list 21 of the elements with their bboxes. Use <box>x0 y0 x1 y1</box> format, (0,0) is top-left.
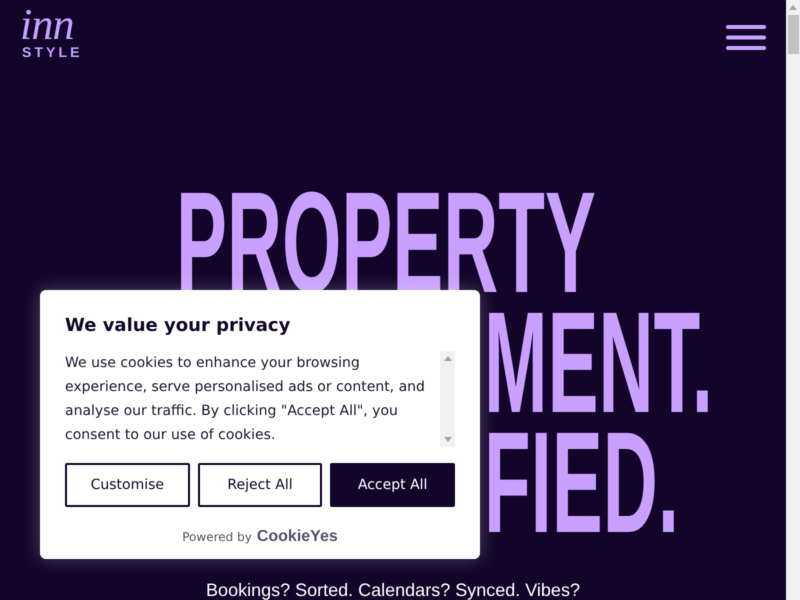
scroll-up-icon[interactable] <box>444 356 452 361</box>
consent-button[interactable]: Reject All <box>198 463 322 507</box>
hero-heading-line: MENT. <box>484 303 713 423</box>
message-scrollbar[interactable] <box>440 351 455 447</box>
hero-tagline: Bookings? Sorted. Calendars? Synced. Vibes? <box>206 580 580 600</box>
consent-message: We use cookies to enhance your browsing experience, serve personalised ads or content, and analyse our traffic. By clicking "Accept All", you consent to our use of cookies. <box>65 354 426 445</box>
menu-icon <box>726 25 766 50</box>
consent-button[interactable]: Customise <box>65 463 190 507</box>
logo-wordmark[interactable]: STYLE <box>20 44 83 60</box>
brand-logo[interactable]: CookieYes <box>256 528 338 545</box>
logo-script[interactable]: inn <box>20 6 74 44</box>
scrollbar-thumb[interactable] <box>788 15 798 54</box>
consent-button[interactable]: Accept All <box>330 463 456 507</box>
scroll-down-icon[interactable] <box>444 437 452 442</box>
page-scrollbar[interactable] <box>786 0 800 600</box>
hero-heading-line: FIED. <box>484 423 680 543</box>
dialog-title: We value your privacy <box>65 314 292 338</box>
hero-heading-line: PROPERTY <box>176 183 596 303</box>
scroll-up-icon[interactable] <box>789 5 797 10</box>
menu-button[interactable] <box>726 25 766 50</box>
powered-by-label: Powered by <box>182 529 252 545</box>
